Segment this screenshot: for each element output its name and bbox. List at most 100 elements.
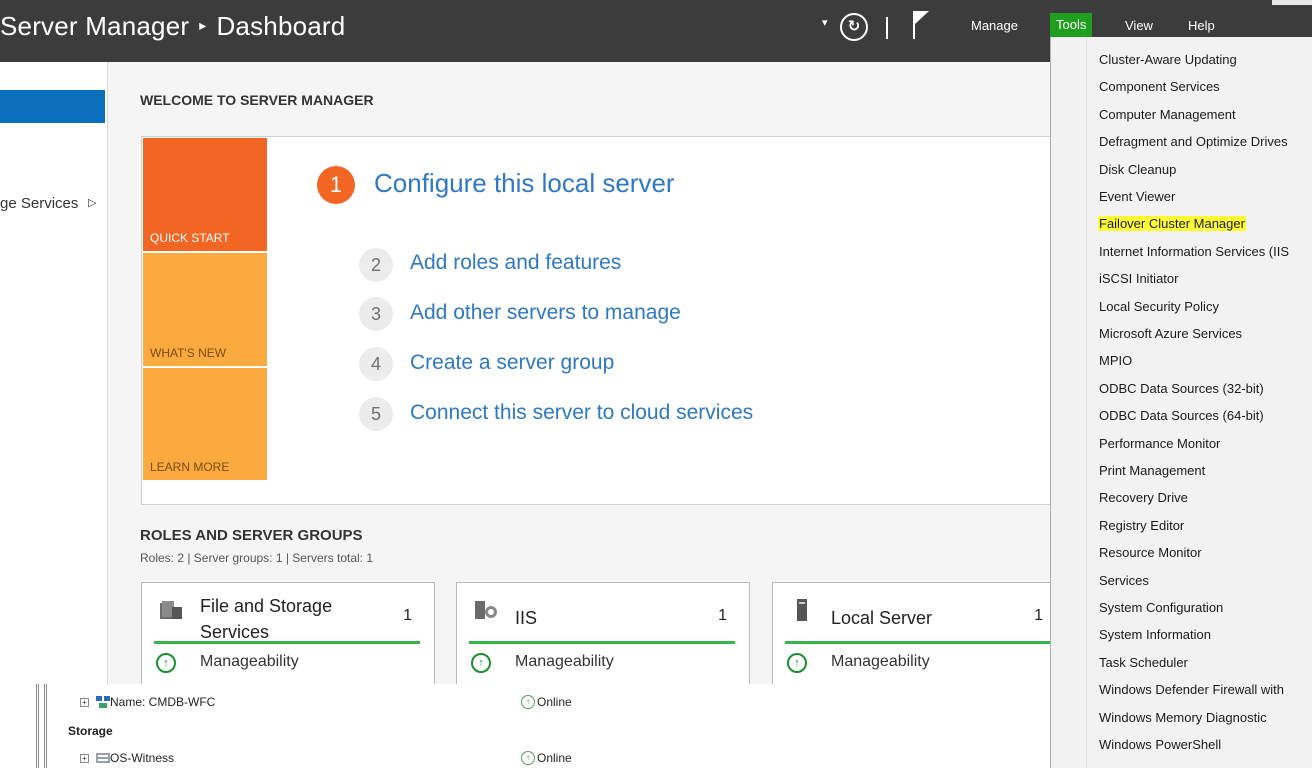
cluster-name-icon [96, 696, 110, 708]
menu-item-system-information[interactable]: System Information [1099, 626, 1211, 644]
welcome-heading: WELCOME TO SERVER MANAGER [140, 92, 374, 108]
menu-item-label: ODBC Data Sources (32-bit) [1099, 380, 1264, 396]
menu-item-failover-cluster-manager[interactable]: Failover Cluster Manager [1098, 215, 1246, 233]
menu-item-resource-monitor[interactable]: Resource Monitor [1099, 544, 1202, 562]
tile-learn-more-label: LEARN MORE [150, 460, 230, 474]
card-count: 1 [403, 607, 412, 624]
menu-tools[interactable]: Tools [1050, 13, 1093, 37]
menu-item-system-configuration[interactable]: System Configuration [1099, 599, 1223, 617]
breadcrumb: Server Manager ▸ Dashboard [0, 11, 345, 42]
navigation-dropdown-icon[interactable]: ▾ [822, 16, 828, 29]
menu-item-odbc-data-sources-64-bit[interactable]: ODBC Data Sources (64-bit) [1099, 407, 1264, 425]
menu-item-iscsi-initiator[interactable]: iSCSI Initiator [1099, 270, 1178, 288]
menu-manage[interactable]: Manage [971, 18, 1018, 33]
disk-name-label[interactable]: OS-Witness [110, 751, 174, 765]
menu-item-label: Disk Cleanup [1099, 161, 1177, 177]
nav-item-dashboard[interactable] [0, 90, 105, 123]
tile-quick-start-label: QUICK START [150, 231, 230, 245]
menu-item-performance-monitor[interactable]: Performance Monitor [1099, 435, 1220, 453]
card-file-storage-services[interactable]: File and Storage Services 1 ↑ Manageabil… [141, 582, 435, 684]
menu-item-defragment-and-optimize-drives[interactable]: Defragment and Optimize Drives [1099, 133, 1288, 151]
menu-item-registry-editor[interactable]: Registry Editor [1099, 517, 1184, 535]
menu-item-windows-memory-diagnostic[interactable]: Windows Memory Diagnostic [1099, 709, 1267, 727]
up-arrow-icon: ↑ [156, 653, 176, 673]
link-configure-local-server[interactable]: Configure this local server [374, 168, 675, 199]
tile-learn-more[interactable]: LEARN MORE [143, 368, 267, 480]
manageability-link[interactable]: Manageability [515, 653, 614, 671]
tools-dropdown-menu: Cluster-Aware Updating Component Services… [1050, 37, 1312, 768]
menu-item-label: Microsoft Azure Services [1099, 326, 1243, 341]
section-header-storage: Storage [68, 724, 113, 738]
link-connect-cloud-services[interactable]: Connect this server to cloud services [410, 401, 753, 425]
notifications-flag-icon[interactable] [912, 10, 930, 40]
manageability-link[interactable]: Manageability [200, 653, 299, 671]
pane-splitter[interactable] [36, 684, 39, 768]
menu-item-component-services[interactable]: Component Services [1099, 78, 1220, 96]
menu-item-windows-powershell[interactable]: Windows PowerShell [1099, 736, 1221, 754]
menu-item-event-viewer[interactable]: Event Viewer [1099, 188, 1175, 206]
expand-icon[interactable]: + [80, 698, 89, 707]
page-title: Dashboard [216, 11, 346, 41]
menu-item-task-scheduler[interactable]: Task Scheduler [1099, 654, 1188, 672]
manageability-link[interactable]: Manageability [831, 653, 930, 671]
menu-item-label: Local Security Policy [1099, 298, 1219, 314]
up-arrow-icon: ↑ [471, 653, 491, 673]
nav-item-file-storage-services[interactable]: ge Services [0, 195, 78, 212]
card-iis[interactable]: IIS 1 ↑ Manageability [456, 582, 750, 684]
expand-icon[interactable]: + [80, 754, 89, 763]
card-title-line1: File and Storage [200, 596, 333, 616]
menu-item-label: iSCSI Initiator [1099, 271, 1179, 287]
link-add-other-servers[interactable]: Add other servers to manage [410, 301, 681, 325]
menu-item-internet-information-services-iis[interactable]: Internet Information Services (IIS [1099, 243, 1289, 261]
menu-item-odbc-data-sources-32-bit[interactable]: ODBC Data Sources (32-bit) [1099, 380, 1264, 398]
pane-splitter[interactable] [44, 684, 47, 768]
menu-item-label: Task Scheduler [1099, 654, 1188, 670]
menu-view[interactable]: View [1125, 18, 1153, 33]
left-navigation-pane: ge Services ▷ [0, 62, 108, 684]
status-bar [469, 641, 735, 644]
tile-quick-start[interactable]: QUICK START [143, 138, 267, 251]
menu-item-disk-cleanup[interactable]: Disk Cleanup [1099, 161, 1176, 179]
toolbar-divider [886, 17, 888, 39]
chevron-right-icon[interactable]: ▷ [88, 196, 96, 209]
card-title: File and Storage Services [200, 593, 332, 645]
menu-item-local-security-policy[interactable]: Local Security Policy [1099, 298, 1219, 316]
menu-item-print-management[interactable]: Print Management [1099, 462, 1205, 480]
menu-item-services[interactable]: Services [1099, 572, 1149, 590]
window-edge [1272, 0, 1312, 5]
menu-item-recovery-drive[interactable]: Recovery Drive [1099, 489, 1188, 507]
card-title: IIS [515, 608, 538, 628]
menu-item-label: MPIO [1099, 353, 1133, 369]
menu-item-label: Failover Cluster Manager [1098, 216, 1246, 232]
menu-item-label: System Configuration [1099, 600, 1224, 615]
status-text: Online [537, 695, 572, 709]
refresh-icon[interactable]: ↻ [840, 13, 868, 41]
status-bar [785, 641, 1050, 644]
up-arrow-icon: ↑ [787, 653, 807, 673]
card-local-server[interactable]: Local Server 1 ↑ Manageability [772, 582, 1050, 684]
menu-item-label: Performance Monitor [1099, 435, 1221, 451]
dashboard-content: WELCOME TO SERVER MANAGER QUICK START WH… [108, 62, 1050, 684]
menu-item-label: Windows Defender Firewall with [1099, 682, 1284, 698]
status-text: Online [537, 751, 572, 765]
link-create-server-group[interactable]: Create a server group [410, 351, 614, 375]
link-add-roles-features[interactable]: Add roles and features [410, 251, 621, 275]
menu-item-microsoft-azure-services[interactable]: Microsoft Azure Services [1099, 325, 1242, 343]
tile-whats-new[interactable]: WHAT'S NEW [143, 253, 267, 366]
menu-help[interactable]: Help [1188, 18, 1215, 33]
menu-item-mpio[interactable]: MPIO [1099, 352, 1132, 370]
iis-icon [475, 601, 497, 619]
cluster-name-label[interactable]: Name: CMDB-WFC [110, 695, 215, 709]
tile-whats-new-label: WHAT'S NEW [150, 346, 227, 360]
step-number-4: 4 [359, 347, 393, 381]
menu-item-windows-defender-firewall-with[interactable]: Windows Defender Firewall with [1099, 681, 1284, 699]
app-title: Server Manager [0, 11, 190, 41]
cluster-resources-list: + Name: CMDB-WFC ↑ Online Storage + OS-W… [0, 684, 1050, 768]
card-count: 1 [1034, 607, 1043, 624]
menu-item-label: Registry Editor [1099, 517, 1185, 533]
menu-item-label: Defragment and Optimize Drives [1099, 134, 1288, 150]
server-icon [797, 599, 807, 621]
menu-icon-gutter [1051, 37, 1087, 768]
menu-item-cluster-aware-updating[interactable]: Cluster-Aware Updating [1099, 51, 1237, 69]
menu-item-computer-management[interactable]: Computer Management [1099, 106, 1236, 124]
